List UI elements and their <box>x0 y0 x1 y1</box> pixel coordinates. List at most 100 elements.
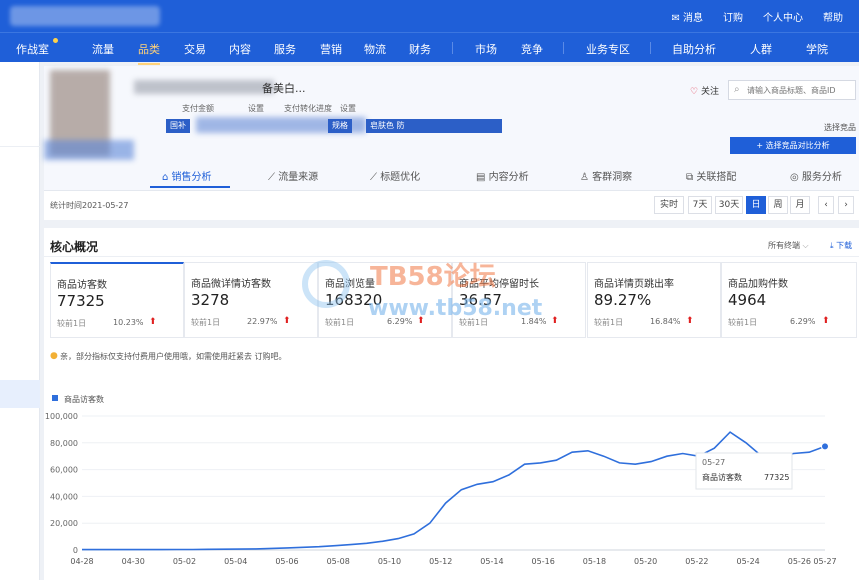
tab-sales[interactable]: ⌂ 销售分析 <box>162 168 212 183</box>
x-tick-label: 05-10 <box>378 557 401 566</box>
kpi-compare: 较前1日 <box>325 318 355 327</box>
follow-button[interactable]: ♡ 关注 <box>690 84 719 97</box>
nav-finance[interactable]: 财务 <box>409 41 431 57</box>
chevron-down-icon: ⌵ <box>802 241 809 250</box>
sidebar-active-item[interactable] <box>0 380 40 408</box>
nav-marketing[interactable]: 营销 <box>320 41 342 57</box>
tooltip-date: 05-27 <box>702 458 725 467</box>
nav-trade[interactable]: 交易 <box>184 41 206 57</box>
top-bar: ✉ 消息 订购 个人中心 帮助 <box>0 0 859 32</box>
x-tick-label: 05-20 <box>634 557 657 566</box>
x-tick-label: 05-24 <box>737 557 760 566</box>
arrow-up-icon: ⬆ <box>551 316 559 326</box>
kpi-value: 4964 <box>728 291 767 309</box>
prev-arrow-icon[interactable]: ‹ <box>818 196 834 214</box>
x-tick-label: 05-14 <box>480 557 503 566</box>
user-center-link[interactable]: 个人中心 <box>763 9 803 24</box>
mail-icon: ✉ <box>671 13 683 24</box>
arrow-up-icon: ⬆ <box>283 316 291 326</box>
tab-title-opt[interactable]: ⟋ 标题优化 <box>370 168 420 183</box>
kpi-pct: 16.84% <box>650 317 681 326</box>
arrow-up-icon: ⬆ <box>686 316 694 326</box>
tab-audience[interactable]: ♙ 客群洞察 <box>580 168 632 183</box>
search-box[interactable]: ⌕ <box>728 80 856 100</box>
x-tick-label: 05-04 <box>224 557 247 566</box>
info-dot-icon: ● <box>50 351 58 361</box>
x-tick-label: 04-30 <box>122 557 145 566</box>
trend-icon: ⟋ <box>268 172 275 183</box>
nav-service[interactable]: 服务 <box>274 41 296 57</box>
kpi-card-stay-time[interactable]: 商品平均停留时长 36.57 较前1日 1.84% ⬆ <box>452 262 586 338</box>
kpi-value: 89.27% <box>594 291 652 309</box>
shop-name-blurred <box>10 6 160 26</box>
message-link[interactable]: ✉ 消息 <box>671 9 703 24</box>
tab-service[interactable]: ◎ 服务分析 <box>790 168 842 183</box>
nav-content[interactable]: 内容 <box>229 41 251 57</box>
nav-crowd[interactable]: 人群 <box>750 41 772 57</box>
range-week[interactable]: 周 <box>768 196 788 214</box>
download-icon: ⤓ <box>830 241 834 250</box>
main-nav: 作战室 流量 品类 交易 内容 服务 营销 物流 财务 市场 竞争 业务专区 自… <box>0 32 859 65</box>
meta-pay-amount: 支付金额 <box>182 104 214 113</box>
download-button[interactable]: ⤓ 下载 <box>830 240 852 251</box>
kpi-title: 商品加购件数 <box>728 279 788 290</box>
tab-traffic-source[interactable]: ⟋ 流量来源 <box>268 168 318 183</box>
range-realtime[interactable]: 实时 <box>654 196 684 214</box>
nav-business-zone[interactable]: 业务专区 <box>586 41 630 57</box>
legend-label: 商品访客数 <box>64 394 104 404</box>
divider <box>44 256 859 257</box>
range-month[interactable]: 月 <box>790 196 810 214</box>
search-input[interactable] <box>747 83 853 97</box>
kpi-card-bounce-rate[interactable]: 商品详情页跳出率 89.27% 较前1日 16.84% ⬆ <box>587 262 721 338</box>
nav-war-room[interactable]: 作战室 <box>16 41 49 57</box>
meta-setting-2[interactable]: 设置 <box>340 103 356 114</box>
kpi-card-micro-visitors[interactable]: 商品微详情访客数 3278 较前1日 22.97% ⬆ <box>184 262 318 338</box>
heart-icon: ♡ <box>690 87 699 97</box>
x-tick-label: 05-18 <box>583 557 606 566</box>
subscribe-link[interactable]: 订购 <box>723 9 743 24</box>
product-title: 备美白... <box>262 82 306 95</box>
visitors-line-chart[interactable]: 商品访客数 0 20,000 40,000 60,000 80,000 100,000 04-… <box>44 385 859 580</box>
tab-content[interactable]: ▤ 内容分析 <box>476 168 529 183</box>
kpi-title: 商品微详情访客数 <box>191 279 271 290</box>
compare-button[interactable]: + 选择竞品对比分析 <box>730 137 856 154</box>
kpi-pct: 6.29% <box>387 317 413 326</box>
badge-blurred <box>44 140 134 160</box>
data-point-last <box>821 442 829 451</box>
y-tick-label: 60,000 <box>50 466 78 475</box>
y-tick-label: 100,000 <box>45 412 78 421</box>
y-tick-label: 80,000 <box>50 439 78 448</box>
kpi-compare: 较前1日 <box>459 318 489 327</box>
tag-skin: 皂肤色 防 <box>366 119 502 133</box>
nav-academy[interactable]: 学院 <box>806 41 828 57</box>
nav-traffic[interactable]: 流量 <box>92 41 114 57</box>
watermark-logo-icon <box>302 260 350 308</box>
kpi-compare: 较前1日 <box>594 318 624 327</box>
x-tick-label: 05-06 <box>275 557 298 566</box>
kpi-pct: 22.97% <box>247 317 278 326</box>
nav-market[interactable]: 市场 <box>475 41 497 57</box>
link-icon: ⧉ <box>686 172 694 183</box>
search-icon: ⌕ <box>734 84 740 95</box>
product-title-blurred <box>134 80 274 94</box>
divider <box>0 146 40 147</box>
arrow-up-icon: ⬆ <box>417 316 425 326</box>
nav-self-analysis[interactable]: 自助分析 <box>672 41 716 57</box>
meta-setting[interactable]: 设置 <box>248 103 264 114</box>
range-day[interactable]: 日 <box>746 196 766 214</box>
arrow-up-icon: ⬆ <box>822 316 830 326</box>
help-link[interactable]: 帮助 <box>823 9 843 24</box>
next-arrow-icon[interactable]: › <box>838 196 854 214</box>
tab-related[interactable]: ⧉ 关联搭配 <box>686 168 736 183</box>
nav-competition[interactable]: 竞争 <box>521 41 543 57</box>
kpi-value: 36.57 <box>459 291 502 309</box>
kpi-card-visitors[interactable]: 商品访客数 77325 较前1日 10.23% ⬆ <box>50 262 184 338</box>
range-30d[interactable]: 30天 <box>715 196 743 214</box>
nav-logistics[interactable]: 物流 <box>364 41 386 57</box>
range-7d[interactable]: 7天 <box>688 196 712 214</box>
nav-separator <box>563 42 564 54</box>
kpi-card-add-cart[interactable]: 商品加购件数 4964 较前1日 6.29% ⬆ <box>721 262 857 338</box>
terminal-select[interactable]: 所有终端 ⌵ <box>768 240 809 251</box>
nav-category[interactable]: 品类 <box>138 41 160 65</box>
user-icon: ♙ <box>580 172 589 183</box>
